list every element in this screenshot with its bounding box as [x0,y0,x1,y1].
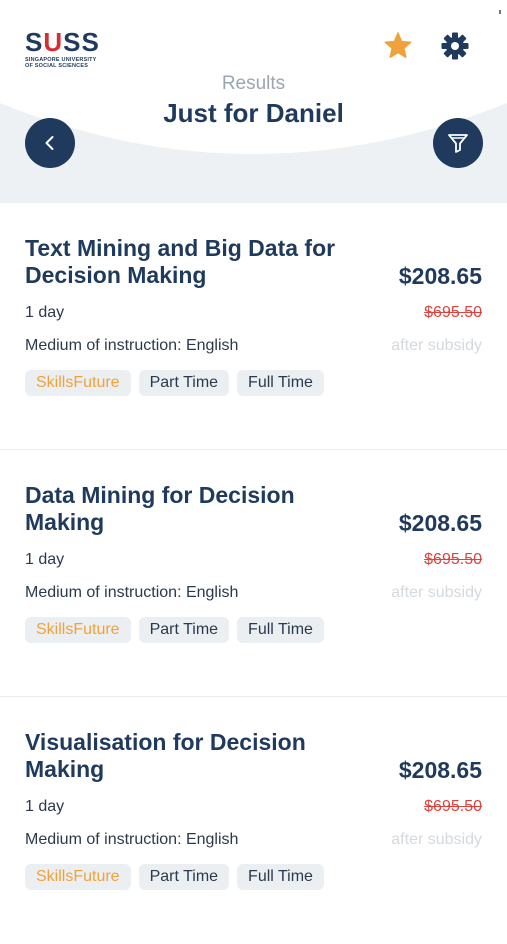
course-price: $208.65 [398,757,482,783]
tag-skillsfuture[interactable]: SkillsFuture [25,370,131,396]
suss-logo: SUSS SINGAPORE UNIVERSITY OF SOCIAL SCIE… [25,29,105,71]
course-tags: SkillsFuture Part Time Full Time [25,864,324,890]
results-label: Results [221,73,286,94]
star-icon [384,32,412,58]
course-duration: 1 day [25,798,65,815]
filter-button[interactable] [433,118,483,168]
course-duration: 1 day [25,304,65,321]
original-price: $695.50 [424,304,482,321]
course-medium: Medium of instruction: English [25,337,239,354]
funnel-icon [448,134,468,153]
course-tags: SkillsFuture Part Time Full Time [25,370,324,396]
course-list: Text Mining and Big Data for Decision Ma… [0,203,507,944]
course-name[interactable]: Visualisation for Decision Making [25,729,365,783]
tag-full-time[interactable]: Full Time [237,370,324,396]
status-dot [499,10,501,14]
back-button[interactable] [25,118,75,168]
tag-skillsfuture[interactable]: SkillsFuture [25,617,131,643]
subsidy-note: after subsidy [391,584,482,601]
gear-icon [441,32,469,60]
course-duration: 1 day [25,551,65,568]
course-tags: SkillsFuture Part Time Full Time [25,617,324,643]
original-price: $695.50 [424,798,482,815]
tag-full-time[interactable]: Full Time [237,617,324,643]
course-medium: Medium of instruction: English [25,831,239,848]
page-title: Just for Daniel [163,98,344,128]
chevron-left-icon [45,136,54,150]
course-price: $208.65 [398,510,482,536]
subsidy-note: after subsidy [391,337,482,354]
logo-tagline: SINGAPORE UNIVERSITY OF SOCIAL SCIENCES [25,57,97,69]
course-name[interactable]: Text Mining and Big Data for Decision Ma… [25,235,365,289]
tag-skillsfuture[interactable]: SkillsFuture [25,864,131,890]
logo-wordmark: SUSS [25,27,100,57]
header: SUSS SINGAPORE UNIVERSITY OF SOCIAL SCIE… [0,0,507,203]
original-price: $695.50 [424,551,482,568]
course-name[interactable]: Data Mining for Decision Making [25,482,365,536]
course-card[interactable]: Text Mining and Big Data for Decision Ma… [0,203,507,450]
tag-part-time[interactable]: Part Time [138,370,230,396]
course-medium: Medium of instruction: English [25,584,239,601]
tag-full-time[interactable]: Full Time [237,864,324,890]
course-price: $208.65 [398,263,482,289]
course-card[interactable]: Visualisation for Decision Making $208.6… [0,697,507,944]
favorites-button[interactable] [382,30,414,62]
subsidy-note: after subsidy [391,831,482,848]
tag-part-time[interactable]: Part Time [138,864,230,890]
tag-part-time[interactable]: Part Time [138,617,230,643]
course-card[interactable]: Data Mining for Decision Making $208.65 … [0,450,507,697]
settings-button[interactable] [439,30,471,62]
